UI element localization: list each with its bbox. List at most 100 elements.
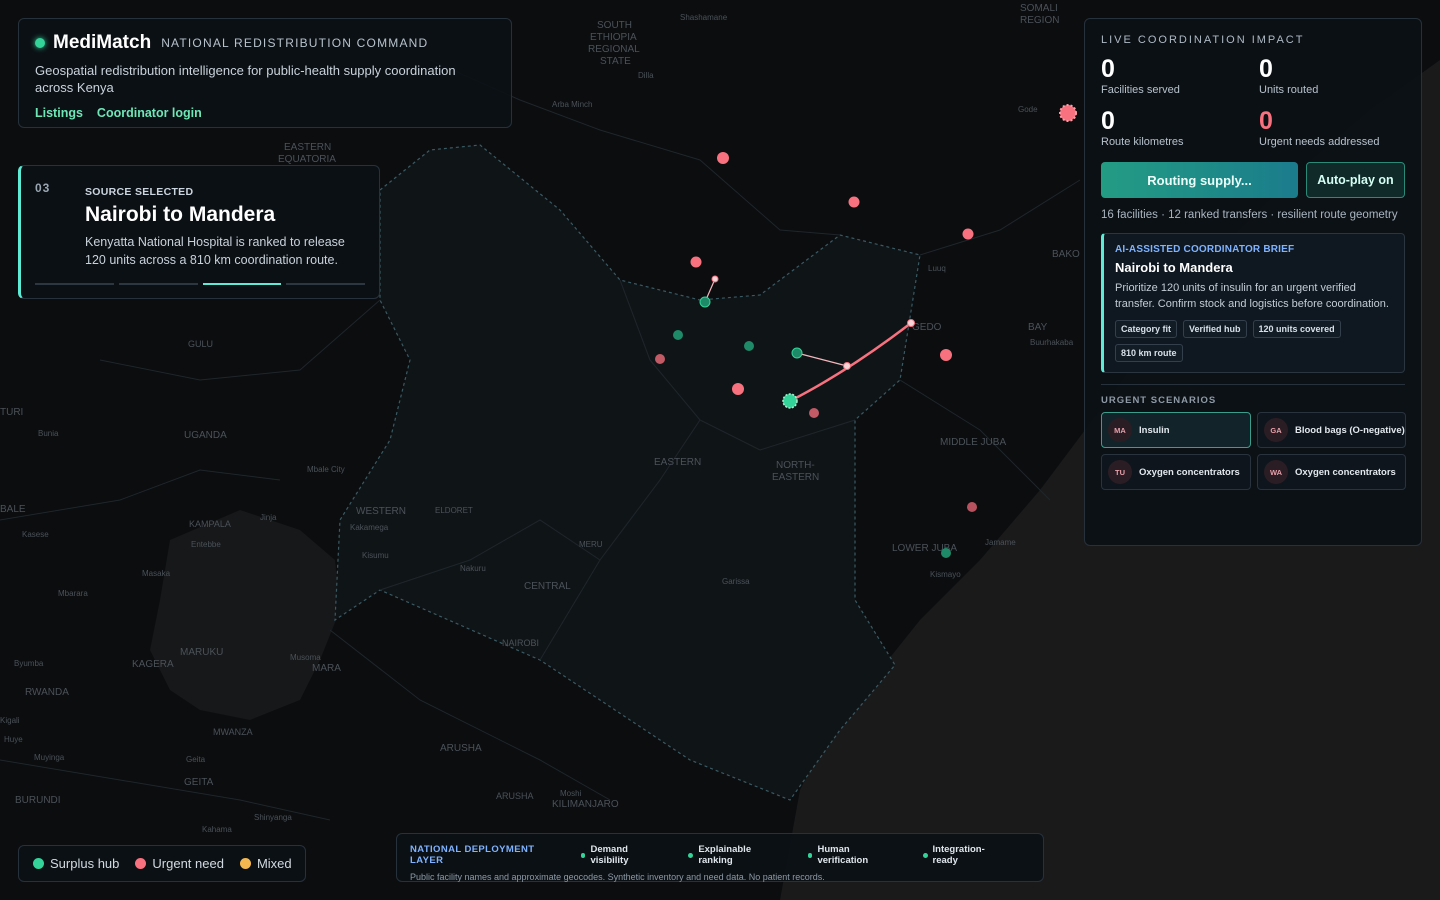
bullet-dot-icon — [688, 852, 694, 858]
coordinator-login-link[interactable]: Coordinator login — [97, 106, 202, 120]
step-progress-segment — [202, 283, 282, 285]
route-waypoint — [711, 275, 719, 283]
urgent-need-marker[interactable] — [962, 228, 974, 240]
legend-item-mixed: Mixed — [239, 856, 292, 871]
surplus-hub-marker[interactable] — [791, 347, 803, 359]
svg-text:REGIONAL: REGIONAL — [588, 44, 640, 55]
svg-text:MERU: MERU — [579, 540, 603, 549]
svg-text:ELDORET: ELDORET — [435, 506, 473, 515]
brief-kicker: AI-ASSISTED COORDINATOR BRIEF — [1115, 244, 1295, 255]
svg-text:Kismayo: Kismayo — [930, 570, 961, 579]
svg-text:SOMALI: SOMALI — [1020, 3, 1058, 14]
svg-text:Jinja: Jinja — [260, 513, 277, 522]
metric-label: Urgent needs addressed — [1259, 136, 1380, 148]
svg-text:MARUKU: MARUKU — [180, 647, 223, 658]
selected-source-marker[interactable] — [782, 393, 798, 409]
urgent-need-marker[interactable] — [940, 349, 952, 361]
svg-text:REGION: REGION — [1020, 15, 1059, 26]
svg-text:ARUSHA: ARUSHA — [440, 743, 482, 754]
metric-route-km: 0 Route kilometres — [1101, 106, 1259, 148]
step-title: Nairobi to Mandera — [85, 203, 276, 226]
svg-text:Kahama: Kahama — [202, 825, 232, 834]
svg-text:ARUSHA: ARUSHA — [496, 791, 534, 801]
legend-item-surplus: Surplus hub — [33, 856, 119, 871]
svg-text:Moshi: Moshi — [560, 789, 582, 798]
metric-units-routed: 0 Units routed — [1259, 54, 1409, 96]
svg-text:EASTERN: EASTERN — [284, 142, 331, 153]
footer-item: Human verification — [807, 844, 901, 866]
scenario-label: Oxygen concentrators — [1139, 466, 1240, 478]
footer-item-label: Human verification — [817, 844, 869, 866]
svg-text:Shashamane: Shashamane — [680, 13, 728, 22]
metric-value: 0 — [1259, 55, 1273, 83]
svg-text:Garissa: Garissa — [722, 577, 750, 586]
svg-text:GEDO: GEDO — [912, 322, 942, 333]
urgent-need-marker[interactable] — [655, 354, 665, 364]
bullet-dot-icon — [580, 852, 586, 858]
brief-title: Nairobi to Mandera — [1115, 260, 1233, 275]
scenario-card[interactable]: MA Insulin — [1101, 412, 1251, 448]
scenarios-grid: MA Insulin GA Blood bags (O-negative) TU… — [1101, 412, 1406, 490]
svg-text:Musoma: Musoma — [290, 653, 321, 662]
svg-text:Arba Minch: Arba Minch — [552, 100, 592, 109]
legend-item-urgent: Urgent need — [135, 856, 224, 871]
routing-supply-button[interactable]: Routing supply... — [1101, 162, 1298, 198]
urgent-need-marker[interactable] — [967, 502, 977, 512]
urgent-need-marker[interactable] — [717, 152, 729, 164]
svg-text:GEITA: GEITA — [184, 777, 214, 788]
step-progress — [35, 283, 365, 285]
surplus-hub-marker[interactable] — [673, 330, 683, 340]
scenario-card[interactable]: TU Oxygen concentrators — [1101, 454, 1251, 490]
impact-summary-note: 16 facilities · 12 ranked transfers · re… — [1101, 209, 1398, 221]
brief-text: Prioritize 120 units of insulin for an u… — [1115, 282, 1389, 310]
surplus-hub-marker[interactable] — [941, 548, 951, 558]
scenario-avatar: GA — [1264, 418, 1288, 442]
svg-text:Gode: Gode — [1018, 105, 1038, 114]
brief-tag: Category fit — [1115, 320, 1178, 338]
brief-tags: Category fit Verified hub 120 units cove… — [1115, 320, 1393, 362]
route-waypoint — [843, 362, 851, 370]
metric-label: Route kilometres — [1101, 136, 1184, 148]
surplus-hub-marker[interactable] — [699, 296, 711, 308]
svg-text:KAMPALA: KAMPALA — [189, 519, 231, 529]
legend-label: Urgent need — [152, 856, 224, 871]
svg-text:Mbale City: Mbale City — [307, 465, 345, 474]
listings-link[interactable]: Listings — [35, 106, 83, 120]
svg-text:BAY: BAY — [1028, 322, 1048, 333]
scenario-avatar: MA — [1108, 418, 1132, 442]
bullet-dot-icon — [807, 852, 813, 858]
svg-text:GULU: GULU — [188, 339, 213, 349]
urgent-need-marker[interactable] — [809, 408, 819, 418]
svg-text:MIDDLE JUBA: MIDDLE JUBA — [940, 437, 1006, 448]
urgent-need-pulse-marker[interactable] — [1059, 104, 1077, 122]
svg-text:Huye: Huye — [4, 735, 23, 744]
svg-text:Dilla: Dilla — [638, 71, 654, 80]
svg-text:Buurhakaba: Buurhakaba — [1030, 338, 1074, 347]
scenario-label: Insulin — [1139, 424, 1170, 436]
scenario-label: Blood bags (O-negative) — [1295, 424, 1405, 436]
svg-text:TURI: TURI — [0, 407, 23, 418]
svg-text:STATE: STATE — [600, 56, 631, 67]
impact-title: LIVE COORDINATION IMPACT — [1101, 34, 1305, 46]
surplus-hub-marker[interactable] — [744, 341, 754, 351]
deployment-footer: NATIONAL DEPLOYMENT LAYER Demand visibil… — [396, 833, 1044, 882]
brand-name: MediMatch — [53, 32, 152, 53]
svg-text:Jamame: Jamame — [985, 538, 1016, 547]
footer-kicker: NATIONAL DEPLOYMENT LAYER — [410, 844, 535, 866]
svg-text:UGANDA: UGANDA — [184, 430, 227, 441]
brief-tag: 810 km route — [1115, 344, 1183, 362]
urgent-need-marker[interactable] — [848, 196, 860, 208]
step-description: Kenyatta National Hospital is ranked to … — [85, 235, 345, 267]
urgent-need-marker[interactable] — [732, 383, 744, 395]
scenario-card[interactable]: WA Oxygen concentrators — [1257, 454, 1406, 490]
auto-play-button[interactable]: Auto-play on — [1306, 162, 1405, 198]
svg-text:Bunia: Bunia — [38, 429, 59, 438]
svg-text:KILIMANJARO: KILIMANJARO — [552, 799, 619, 810]
urgent-need-marker[interactable] — [690, 256, 702, 268]
svg-text:Entebbe: Entebbe — [191, 540, 221, 549]
mixed-dot-icon — [239, 858, 251, 869]
svg-text:Luuq: Luuq — [928, 264, 946, 273]
footer-item: Integration-ready — [922, 844, 1008, 866]
scenario-card[interactable]: GA Blood bags (O-negative) — [1257, 412, 1406, 448]
step-kicker: SOURCE SELECTED — [85, 186, 194, 198]
